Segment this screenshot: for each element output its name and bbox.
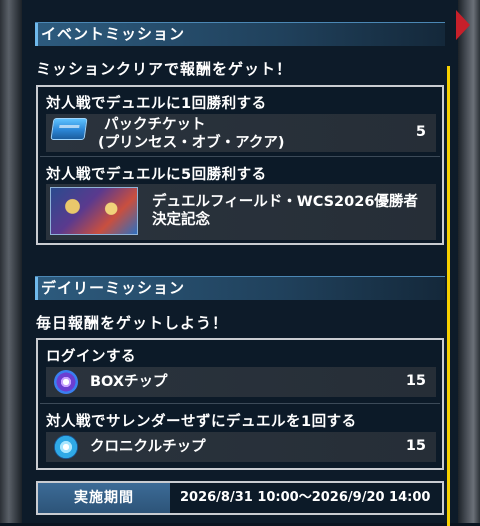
period-label: 実施期間 bbox=[38, 483, 170, 513]
reward-name-line2: 決定記念 bbox=[152, 212, 210, 228]
mission-screen: イベントミッション ミッションクリアで報酬をゲット！ 対人戦でデュエルに1回勝利… bbox=[0, 0, 480, 526]
event-mission-list: 対人戦でデュエルに1回勝利する パックチケット (プリンセス・オブ・アクア) 5… bbox=[36, 85, 444, 245]
reward-quantity: 5 bbox=[415, 124, 426, 140]
event-mission-header: イベントミッション bbox=[35, 22, 445, 46]
box-chip-icon bbox=[54, 370, 78, 394]
reward-row[interactable]: パックチケット (プリンセス・オブ・アクア) 5 bbox=[46, 114, 436, 152]
daily-mission-header: デイリーミッション bbox=[35, 276, 445, 300]
reward-name-line2: (プリンセス・オブ・アクア) bbox=[98, 135, 285, 151]
daily-mission-subtitle: 毎日報酬をゲットしよう！ bbox=[36, 314, 229, 332]
frame-left-edge bbox=[0, 0, 22, 523]
pack-ticket-icon bbox=[50, 118, 88, 140]
reward-quantity: 15 bbox=[405, 373, 426, 389]
reward-name-line1: デュエルフィールド・WCS2026優勝者 bbox=[152, 194, 418, 210]
daily-mission-header-label: デイリーミッション bbox=[41, 279, 186, 297]
reward-row[interactable]: BOXチップ 15 bbox=[46, 367, 436, 397]
reward-row[interactable]: デュエルフィールド・WCS2026優勝者 決定記念 bbox=[46, 184, 436, 240]
scrollbar[interactable] bbox=[447, 66, 450, 526]
reward-name-line1: パックチケット bbox=[104, 117, 206, 133]
reward-row[interactable]: クロニクルチップ 15 bbox=[46, 432, 436, 462]
frame-right-edge bbox=[458, 0, 480, 523]
mission-title: 対人戦でサレンダーせずにデュエルを1回する bbox=[46, 414, 357, 430]
event-mission-subtitle: ミッションクリアで報酬をゲット！ bbox=[36, 60, 293, 78]
mission-divider bbox=[40, 156, 440, 157]
event-period: 実施期間 2026/8/31 10:00〜2026/9/20 14:00 bbox=[36, 481, 444, 515]
mission-title: ログインする bbox=[46, 349, 136, 365]
reward-name: BOXチップ bbox=[90, 374, 168, 390]
chronicle-chip-icon bbox=[54, 435, 78, 459]
reward-name: クロニクルチップ bbox=[90, 439, 206, 455]
duel-field-icon bbox=[50, 187, 138, 235]
reward-quantity: 15 bbox=[405, 438, 426, 454]
mission-title: 対人戦でデュエルに5回勝利する bbox=[46, 167, 267, 183]
daily-mission-list: ログインする BOXチップ 15 対人戦でサレンダーせずにデュエルを1回する ク… bbox=[36, 338, 444, 470]
mission-divider bbox=[40, 403, 440, 404]
event-mission-header-label: イベントミッション bbox=[41, 25, 186, 43]
mission-title: 対人戦でデュエルに1回勝利する bbox=[46, 96, 267, 112]
period-value: 2026/8/31 10:00〜2026/9/20 14:00 bbox=[180, 490, 431, 505]
